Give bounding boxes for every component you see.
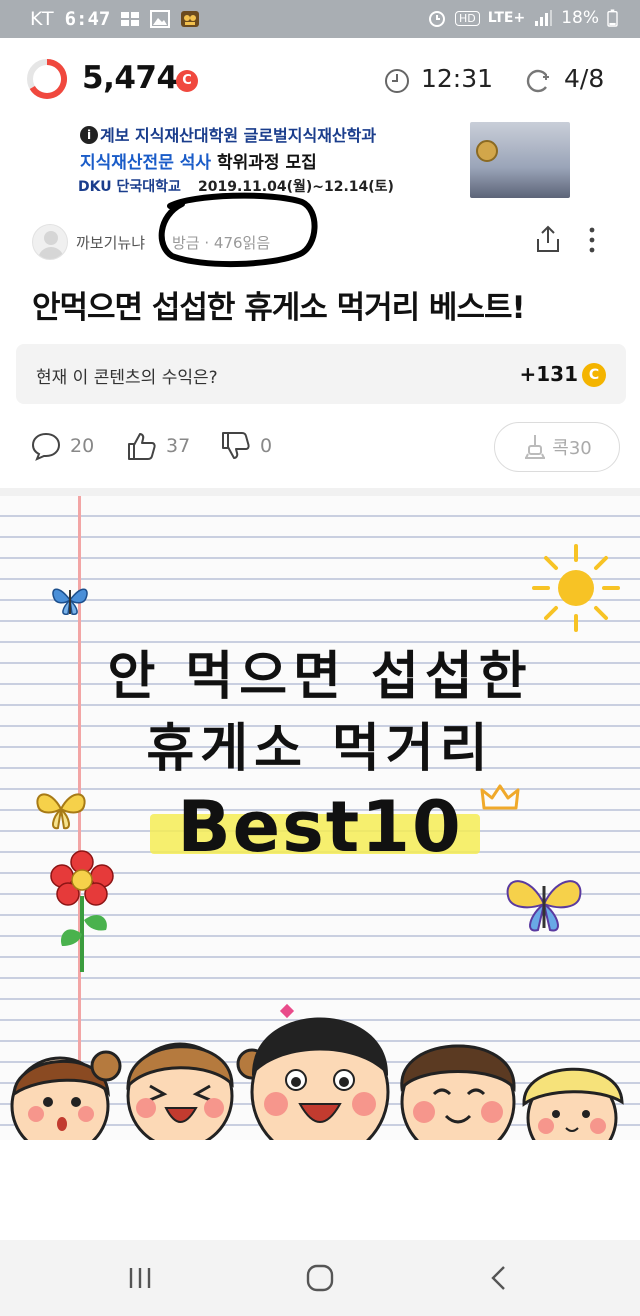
- reading-progress: 4/8: [564, 64, 605, 93]
- red-flower-icon: [50, 850, 114, 972]
- alarm-icon: [429, 11, 445, 27]
- dislike-count: 0: [260, 435, 273, 457]
- signal-icon: [535, 10, 553, 26]
- sun-icon: [532, 544, 620, 632]
- gallery-icon: [150, 10, 171, 28]
- article-author-row: 까보기뉴냐 방금 · 476읽음: [0, 192, 640, 270]
- points-total: 5,474: [82, 60, 178, 96]
- colorful-butterfly-icon: [506, 880, 582, 932]
- home-icon[interactable]: [304, 1262, 336, 1294]
- ad-line-2: 지식재산전문 석사 학위과정 모집: [80, 148, 317, 173]
- crown-icon: [480, 784, 520, 810]
- more-options-icon[interactable]: [586, 226, 598, 254]
- app-notification-icon: [181, 11, 200, 27]
- coin-plus-icon: [526, 69, 549, 93]
- hero-line-1: 안 먹으면 섭섭한: [107, 647, 533, 707]
- author-avatar[interactable]: [32, 224, 68, 260]
- ad-line-2-highlight: 지식재산전문 석사: [80, 153, 212, 173]
- share-icon[interactable]: [534, 224, 562, 254]
- points-progress-ring-icon: [27, 59, 68, 99]
- system-navigation-bar: [0, 1240, 640, 1316]
- back-icon[interactable]: [484, 1262, 516, 1294]
- dislike-button[interactable]: 0: [220, 430, 272, 462]
- revenue-amount: +131: [519, 362, 578, 386]
- article-hero-image[interactable]: 안 먹으면 섭섭한 휴게소 먹거리 Best10: [0, 496, 640, 1140]
- battery-icon: [607, 9, 618, 27]
- carrier-label: KT: [30, 8, 55, 30]
- yellow-butterfly-icon: [36, 793, 86, 830]
- content-revenue-box[interactable]: 현재 이 콘텐츠의 수익은? +131 C: [16, 344, 626, 404]
- comment-button[interactable]: 20: [30, 430, 94, 462]
- network-type: LTE+: [487, 10, 526, 26]
- section-divider: [0, 488, 640, 496]
- like-count: 37: [166, 435, 191, 457]
- hero-line-2: 휴게소 먹거리: [146, 719, 494, 779]
- reward-top-bar: 5,474 C 12:31 4/8: [0, 38, 640, 120]
- medal-icon: [476, 140, 498, 162]
- reaction-bar: 20 37 0 콕30: [0, 420, 640, 476]
- point-coin-icon: C: [176, 70, 198, 92]
- like-button[interactable]: 37: [126, 430, 190, 462]
- ad-info-icon[interactable]: i: [80, 126, 98, 144]
- pin-poke-icon: [525, 435, 546, 459]
- comment-icon: [31, 432, 61, 461]
- thumbs-up-icon: [128, 433, 156, 460]
- grid-app-icon: [121, 12, 140, 26]
- status-time: 6:47: [64, 8, 111, 30]
- battery-level: 18%: [561, 8, 599, 28]
- kok-label: 콕30: [552, 438, 592, 459]
- author-name[interactable]: 까보기뉴냐: [76, 232, 145, 253]
- children-illustration: [10, 1003, 624, 1140]
- revenue-label: 현재 이 콘텐츠의 수익은?: [36, 368, 218, 388]
- hd-voice-badge: HD: [455, 10, 480, 26]
- clock-icon: [385, 69, 409, 93]
- status-bar: KT 6:47 HD LTE+ 18%: [0, 0, 640, 38]
- article-title: 안먹으면 섭섭한 휴게소 먹거리 베스트!: [32, 290, 526, 326]
- graduation-photo: [470, 122, 570, 198]
- coin-icon: C: [582, 363, 606, 387]
- hand-drawn-circle-mark: [158, 192, 318, 267]
- kok-button[interactable]: 콕30: [494, 422, 620, 472]
- blue-butterfly-icon: [52, 588, 88, 616]
- read-timer: 12:31: [421, 64, 494, 93]
- thumbs-down-icon: [222, 432, 250, 459]
- recent-apps-icon[interactable]: [124, 1262, 156, 1294]
- comment-count: 20: [70, 435, 95, 457]
- ad-line-2-rest: 학위과정 모집: [216, 153, 317, 173]
- ad-line-1: 계보 지식재산대학원 글로벌지식재산학과: [100, 126, 377, 145]
